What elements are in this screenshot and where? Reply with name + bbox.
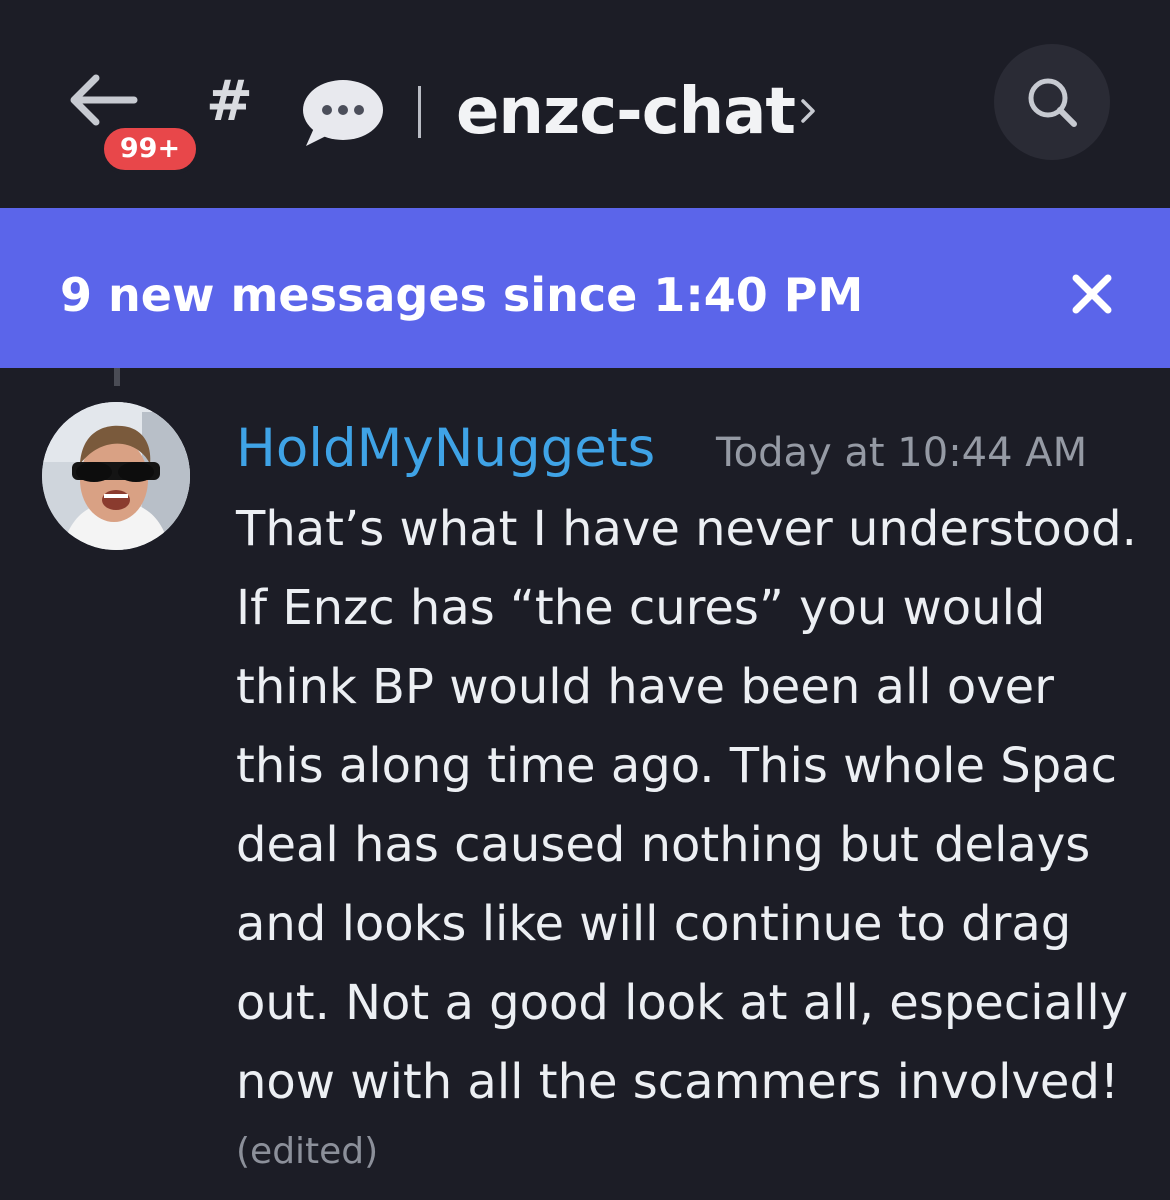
search-button[interactable] <box>994 44 1110 160</box>
message-timestamp: Today at 10:44 AM <box>716 430 1088 476</box>
channel-header: 99+ # enzc-chat <box>0 0 1170 208</box>
message-line: If Enzc has “the cures” you would <box>236 580 1046 636</box>
channel-name[interactable]: enzc-chat <box>456 74 796 150</box>
edited-label: (edited) <box>236 1131 379 1172</box>
thread-line <box>114 368 120 386</box>
message-line: think BP would have been all over <box>236 659 1054 715</box>
new-messages-text: 9 new messages since 1:40 PM <box>60 268 864 322</box>
message-line: and looks like will continue to drag <box>236 896 1072 952</box>
message-line: deal has caused nothing but delays <box>236 817 1091 873</box>
message-line: out. Not a good look at all, especially <box>236 975 1129 1031</box>
speech-bubble-icon <box>303 80 383 146</box>
new-messages-banner[interactable]: 9 new messages since 1:40 PM <box>0 208 1170 368</box>
chevron-right-icon[interactable] <box>798 96 818 126</box>
message-line: this along time ago. This whole Spac <box>236 738 1117 794</box>
channel-hash-icon: # <box>206 69 253 134</box>
message-line: now with all the scammers involved! <box>236 1054 1120 1110</box>
back-arrow-icon[interactable] <box>64 70 144 130</box>
message-body: That’s what I have never understood. If … <box>236 490 1146 1122</box>
unread-badge: 99+ <box>100 124 200 174</box>
avatar[interactable] <box>42 402 190 550</box>
search-icon <box>1028 78 1077 127</box>
close-icon[interactable] <box>1068 270 1116 318</box>
message-line: That’s what I have never understood. <box>236 501 1137 557</box>
avatar-image <box>42 402 190 550</box>
message-author[interactable]: HoldMyNuggets <box>236 418 655 480</box>
header-divider <box>418 86 421 138</box>
